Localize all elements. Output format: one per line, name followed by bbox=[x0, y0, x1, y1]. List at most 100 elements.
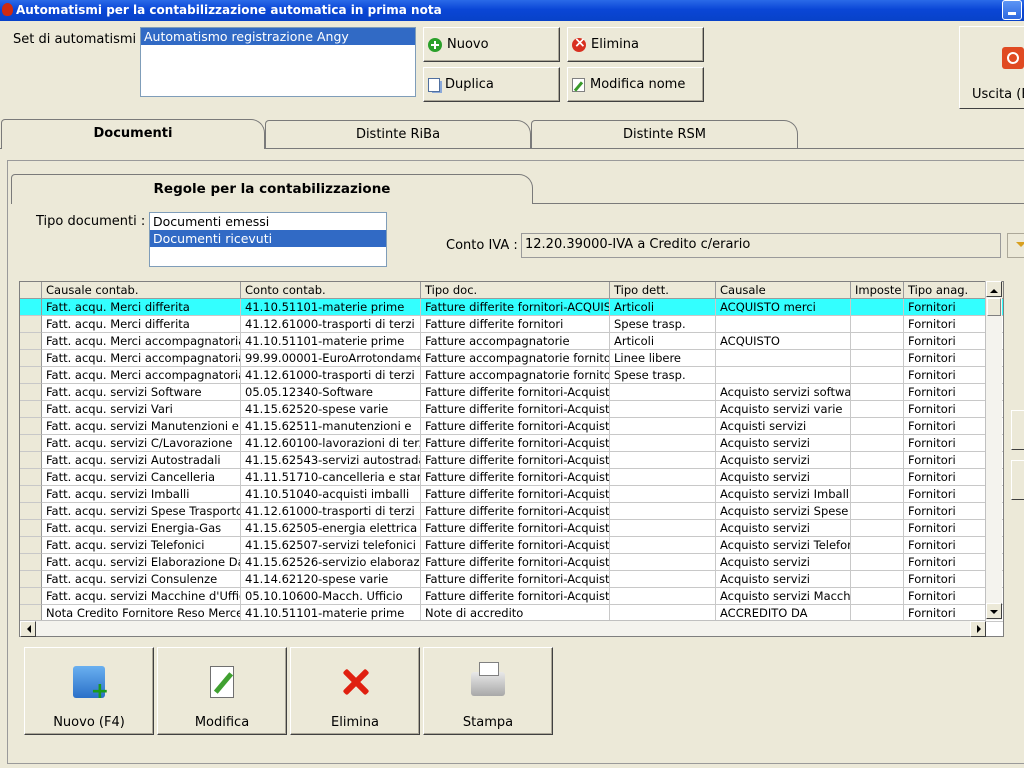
cell-causale: Acquisto servizi Telefonici bbox=[716, 537, 851, 554]
tipo-documenti-item[interactable]: Documenti emessi bbox=[150, 213, 386, 230]
table-row[interactable]: Fatt. acqu. servizi Vari 41.15.62520-spes… bbox=[20, 401, 1003, 418]
row-indicator[interactable] bbox=[20, 588, 42, 605]
grid-header-conto-contab[interactable]: Conto contab. bbox=[241, 282, 421, 299]
table-row[interactable]: Fatt. acqu. Merci differita 41.10.51101-m… bbox=[20, 299, 1003, 316]
cell-conto-contab: 41.12.60100-lavorazioni di terzi bbox=[241, 435, 421, 452]
stampa-button[interactable]: Stampa bbox=[423, 647, 553, 735]
cell-causale: ACQUISTO merci bbox=[716, 299, 851, 316]
conto-iva-field[interactable]: 12.20.39000-IVA a Credito c/erario bbox=[521, 233, 1001, 258]
cell-causale-contab: Fatt. acqu. Merci differita bbox=[42, 316, 241, 333]
table-row[interactable]: Fatt. acqu. servizi Cancelleria 41.11.517… bbox=[20, 469, 1003, 486]
tipo-documenti-item[interactable]: Documenti ricevuti bbox=[150, 230, 386, 247]
table-row[interactable]: Fatt. acqu. Merci accompagnatoria 41.10.5… bbox=[20, 333, 1003, 350]
cell-imposte bbox=[851, 452, 904, 469]
regole-grid[interactable]: Causale contab. Conto contab. Tipo doc. Tip… bbox=[19, 281, 1004, 637]
table-row[interactable]: Fatt. acqu. servizi Spese Trasporto 41.12… bbox=[20, 503, 1003, 520]
modifica-rule-button[interactable]: Modifica bbox=[157, 647, 287, 735]
scroll-right-button[interactable] bbox=[970, 621, 986, 637]
tab-distinte-riba[interactable]: Distinte RiBa bbox=[265, 120, 531, 148]
row-indicator[interactable] bbox=[20, 503, 42, 520]
stampa-label: Stampa bbox=[462, 715, 514, 730]
modifica-nome-button[interactable]: Modifica nome bbox=[567, 67, 704, 102]
uscita-button[interactable]: Uscita (E bbox=[959, 26, 1024, 109]
nuovo-set-button[interactable]: Nuovo bbox=[423, 27, 560, 62]
cell-causale-contab: Fatt. acqu. servizi C/Lavorazione bbox=[42, 435, 241, 452]
row-indicator[interactable] bbox=[20, 418, 42, 435]
grid-header-causale[interactable]: Causale bbox=[716, 282, 851, 299]
row-indicator[interactable] bbox=[20, 554, 42, 571]
table-row[interactable]: Fatt. acqu. servizi Manutenzioni e 41.15.… bbox=[20, 418, 1003, 435]
elimina-rule-button[interactable]: Elimina bbox=[290, 647, 420, 735]
cell-imposte bbox=[851, 571, 904, 588]
side-down-button[interactable] bbox=[1011, 460, 1024, 500]
grid-vertical-scrollbar[interactable] bbox=[985, 281, 1002, 620]
row-indicator[interactable] bbox=[20, 452, 42, 469]
row-indicator[interactable] bbox=[20, 316, 42, 333]
cell-tipo-dett bbox=[610, 537, 716, 554]
row-indicator[interactable] bbox=[20, 435, 42, 452]
tab-regole-contabilizzazione[interactable]: Regole per la contabilizzazione bbox=[11, 174, 533, 204]
row-indicator[interactable] bbox=[20, 486, 42, 503]
scroll-left-button[interactable] bbox=[20, 621, 36, 637]
set-automatismi-item[interactable]: Automatismo registrazione Angy bbox=[141, 28, 415, 45]
table-row[interactable]: Fatt. acqu. servizi Energia-Gas 41.15.625… bbox=[20, 520, 1003, 537]
cell-causale-contab: Fatt. acqu. Merci accompagnatoria bbox=[42, 367, 241, 384]
cell-causale-contab: Fatt. acqu. servizi Cancelleria bbox=[42, 469, 241, 486]
uscita-label: Uscita (E bbox=[972, 87, 1024, 102]
new-record-icon bbox=[73, 666, 109, 704]
cell-conto-contab: 41.15.62543-servizi autostradali bbox=[241, 452, 421, 469]
row-indicator[interactable] bbox=[20, 520, 42, 537]
row-indicator[interactable] bbox=[20, 350, 42, 367]
grid-header-tipo-doc[interactable]: Tipo doc. bbox=[421, 282, 610, 299]
table-row[interactable]: Fatt. acqu. servizi Consulenze 41.14.6212… bbox=[20, 571, 1003, 588]
set-automatismi-list[interactable]: Automatismo registrazione Angy bbox=[140, 27, 416, 97]
grid-header-tipo-dett[interactable]: Tipo dett. bbox=[610, 282, 716, 299]
grid-horizontal-scrollbar[interactable] bbox=[20, 620, 986, 637]
tipo-documenti-list[interactable]: Documenti emessi Documenti ricevuti bbox=[149, 212, 387, 267]
nuovo-set-label: Nuovo bbox=[447, 37, 489, 52]
scroll-up-button[interactable] bbox=[986, 281, 1002, 297]
conto-iva-lookup-button[interactable] bbox=[1007, 233, 1024, 258]
edit-icon bbox=[572, 77, 585, 92]
cell-tipo-dett bbox=[610, 418, 716, 435]
minimize-button[interactable] bbox=[1002, 0, 1022, 20]
duplica-set-button[interactable]: Duplica bbox=[423, 67, 560, 102]
cell-tipo-dett bbox=[610, 384, 716, 401]
row-indicator[interactable] bbox=[20, 367, 42, 384]
row-indicator[interactable] bbox=[20, 401, 42, 418]
table-row[interactable]: Fatt. acqu. servizi C/Lavorazione 41.12.6… bbox=[20, 435, 1003, 452]
cell-tipo-dett: Spese trasp. bbox=[610, 316, 716, 333]
nuovo-rule-button[interactable]: Nuovo (F4) bbox=[24, 647, 154, 735]
cell-conto-contab: 41.14.62120-spese varie bbox=[241, 571, 421, 588]
row-indicator[interactable] bbox=[20, 469, 42, 486]
table-row[interactable]: Fatt. acqu. servizi Imballi 41.10.51040-a… bbox=[20, 486, 1003, 503]
table-row[interactable]: Fatt. acqu. servizi Macchine d'Ufficio 05… bbox=[20, 588, 1003, 605]
table-row[interactable]: Fatt. acqu. servizi Autostradali 41.15.62… bbox=[20, 452, 1003, 469]
grid-header-imposte[interactable]: Imposte bbox=[851, 282, 904, 299]
cell-causale bbox=[716, 350, 851, 367]
row-indicator[interactable] bbox=[20, 299, 42, 316]
table-row[interactable]: Fatt. acqu. servizi Telefonici 41.15.6250… bbox=[20, 537, 1003, 554]
side-up-button[interactable] bbox=[1011, 410, 1024, 450]
table-row[interactable]: Fatt. acqu. Merci accompagnatoria 99.99.0… bbox=[20, 350, 1003, 367]
scroll-down-button[interactable] bbox=[986, 603, 1002, 619]
table-row[interactable]: Fatt. acqu. servizi Software 05.05.12340-… bbox=[20, 384, 1003, 401]
tab-distinte-rsm[interactable]: Distinte RSM bbox=[531, 120, 798, 148]
cell-imposte bbox=[851, 401, 904, 418]
grid-header-causale-contab[interactable]: Causale contab. bbox=[42, 282, 241, 299]
row-indicator[interactable] bbox=[20, 537, 42, 554]
table-row[interactable]: Fatt. acqu. Merci differita 41.12.61000-t… bbox=[20, 316, 1003, 333]
table-row[interactable]: Fatt. acqu. Merci accompagnatoria 41.12.6… bbox=[20, 367, 1003, 384]
cell-causale: Acquisto servizi bbox=[716, 554, 851, 571]
cell-imposte bbox=[851, 435, 904, 452]
cell-causale-contab: Fatt. acqu. Merci accompagnatoria bbox=[42, 333, 241, 350]
elimina-set-button[interactable]: Elimina bbox=[567, 27, 704, 62]
table-row[interactable]: Fatt. acqu. servizi Elaborazione Dati 41.… bbox=[20, 554, 1003, 571]
row-indicator[interactable] bbox=[20, 571, 42, 588]
row-indicator[interactable] bbox=[20, 384, 42, 401]
scroll-thumb[interactable] bbox=[987, 298, 1001, 316]
row-indicator[interactable] bbox=[20, 333, 42, 350]
tab-documenti[interactable]: Documenti bbox=[1, 119, 265, 149]
conto-iva-label: Conto IVA : bbox=[446, 238, 518, 253]
cell-tipo-dett bbox=[610, 588, 716, 605]
